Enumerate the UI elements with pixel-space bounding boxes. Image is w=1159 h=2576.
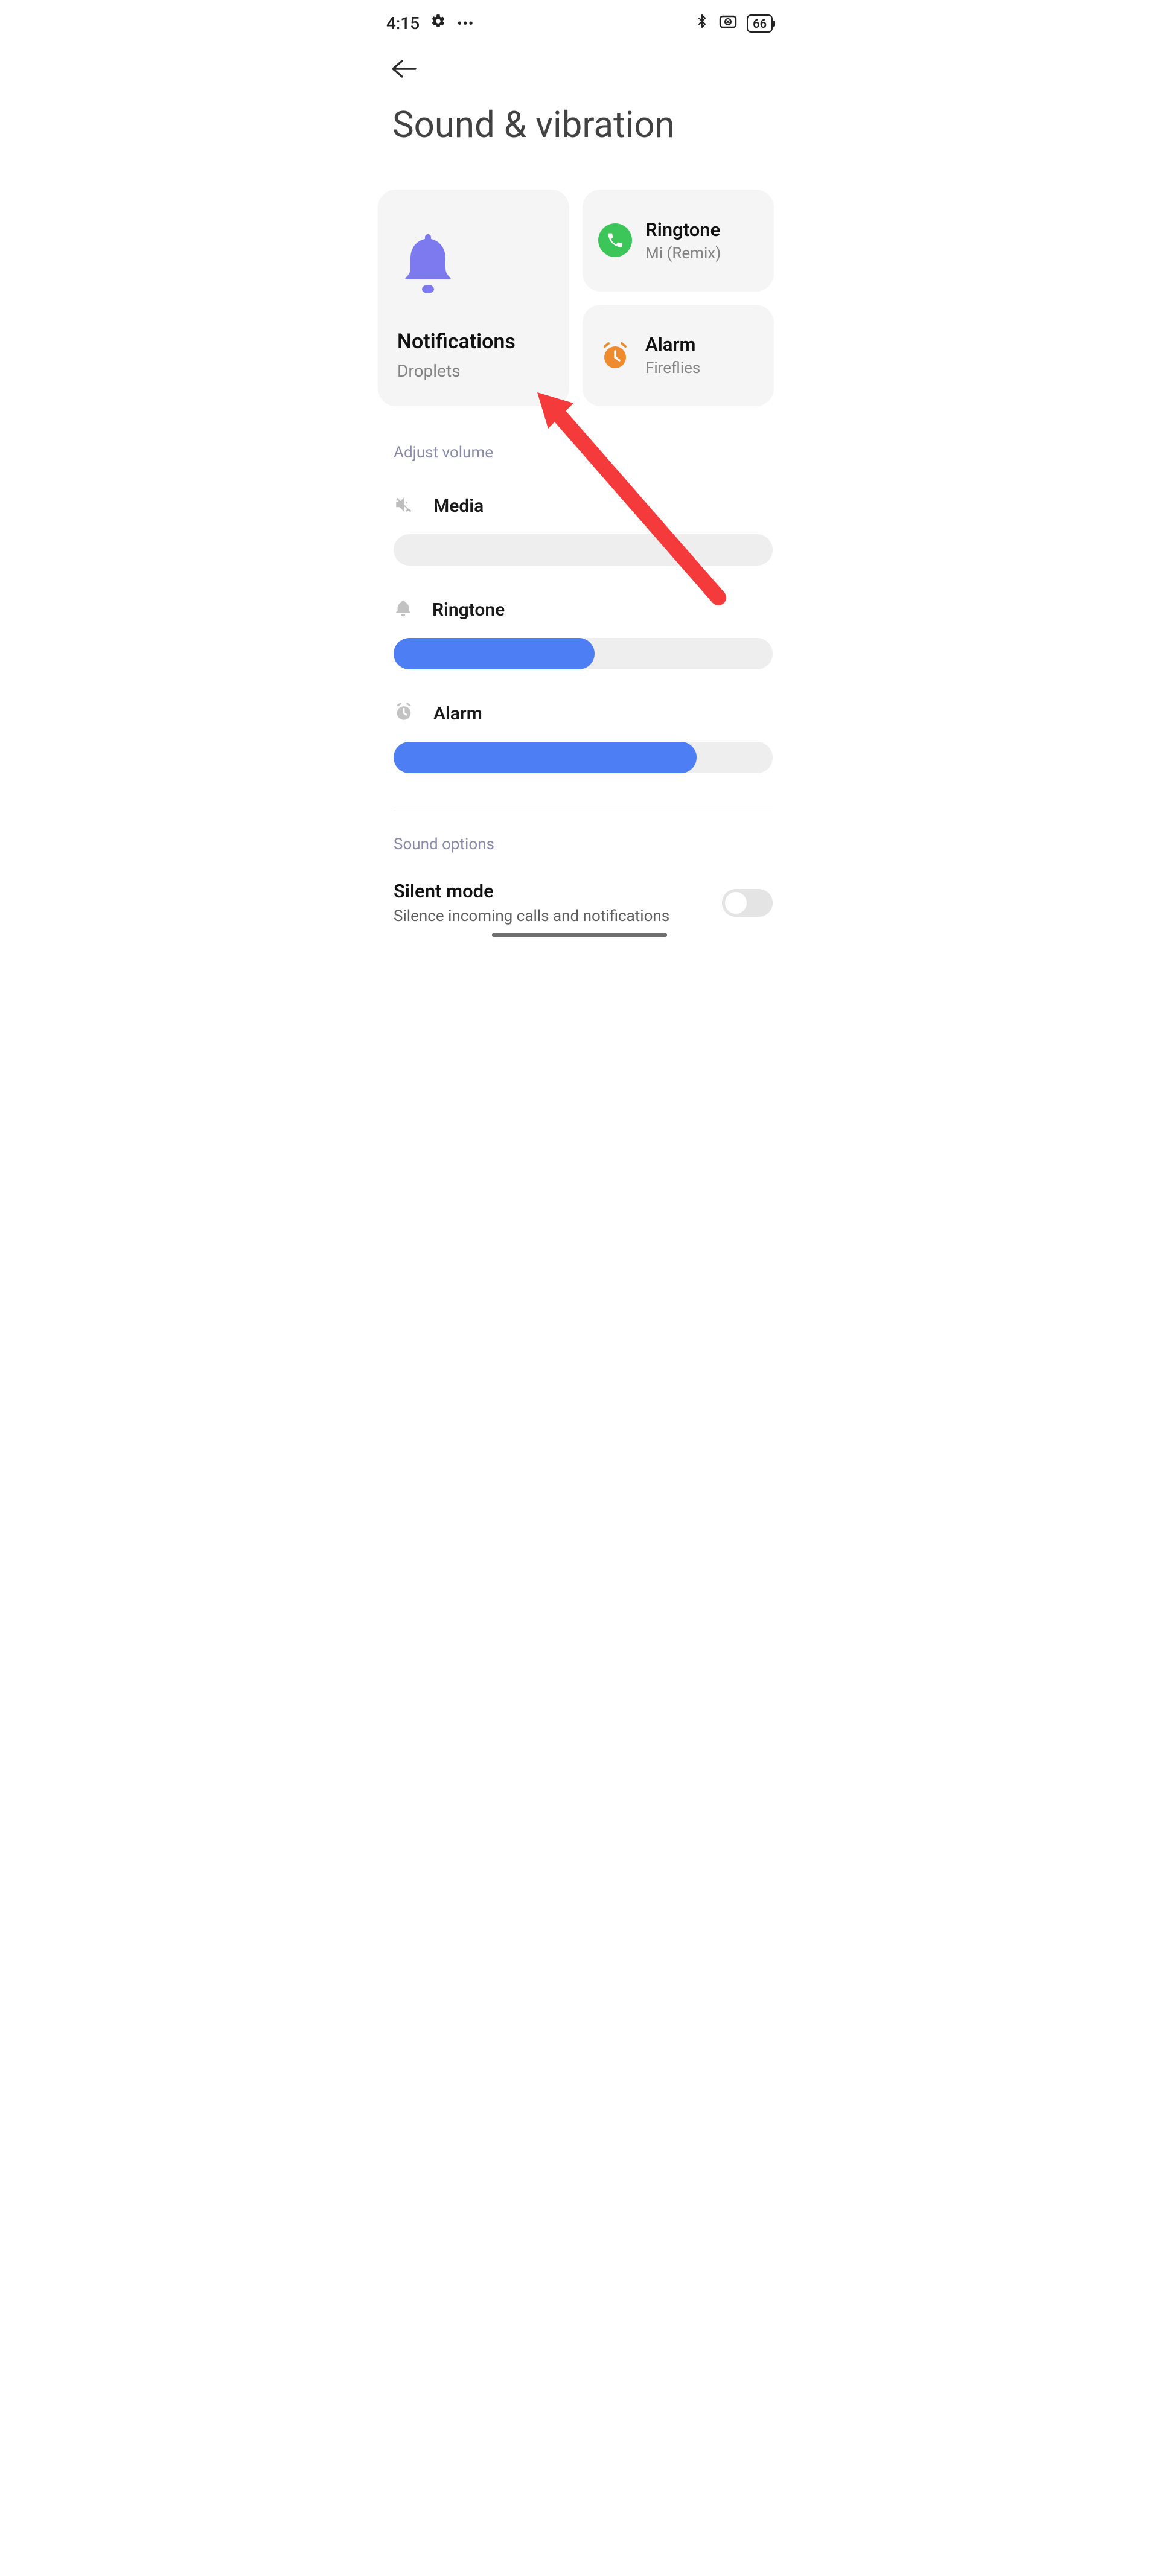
alarm-volume-fill: [394, 742, 697, 773]
alarm-title: Alarm: [645, 333, 700, 355]
more-icon: •••: [457, 16, 474, 31]
media-volume-label: Media: [433, 496, 484, 517]
ringtone-volume-row: Ringtone: [362, 566, 797, 669]
battery-level: 66: [753, 16, 767, 31]
bell-small-icon: [394, 598, 413, 621]
ringtone-sub: Mi (Remix): [645, 244, 721, 263]
notifications-card[interactable]: Notifications Droplets: [378, 190, 569, 406]
phone-screen: 4:15 ••• 66 Sound & vibration: [362, 0, 797, 942]
silent-mode-title: Silent mode: [394, 880, 669, 902]
alarm-icon: [598, 339, 632, 372]
alarm-sub: Fireflies: [645, 359, 700, 377]
silent-mode-row[interactable]: Silent mode Silence incoming calls and n…: [362, 853, 797, 925]
alarm-volume-row: Alarm: [362, 669, 797, 773]
status-right: 66: [695, 12, 773, 34]
media-volume-row: Media: [362, 462, 797, 566]
ringtone-text: Ringtone Mi (Remix): [645, 218, 721, 263]
rectangle-x-icon: [719, 13, 737, 33]
settings-gear-icon: [430, 13, 446, 33]
gesture-bar: [492, 933, 667, 937]
notifications-title: Notifications: [397, 330, 552, 354]
notifications-sub: Droplets: [397, 361, 552, 381]
back-arrow-icon: [390, 59, 418, 79]
page-title: Sound & vibration: [362, 88, 797, 146]
silent-mode-text: Silent mode Silence incoming calls and n…: [394, 880, 669, 925]
ringtone-card[interactable]: Ringtone Mi (Remix): [583, 190, 774, 292]
alarm-volume-label: Alarm: [433, 703, 482, 724]
media-volume-slider[interactable]: [394, 534, 773, 566]
battery-indicator: 66: [747, 14, 773, 33]
sound-cards: Notifications Droplets Ringtone Mi (Remi…: [362, 146, 797, 406]
status-time: 4:15: [386, 13, 420, 33]
alarm-volume-slider[interactable]: [394, 742, 773, 773]
ringtone-volume-slider[interactable]: [394, 638, 773, 669]
silent-mode-toggle[interactable]: [722, 889, 773, 917]
alarm-card[interactable]: Alarm Fireflies: [583, 305, 774, 407]
bell-icon: [400, 232, 552, 298]
alarm-text: Alarm Fireflies: [645, 333, 700, 377]
alarm-small-icon: [394, 702, 414, 725]
status-bar: 4:15 ••• 66: [362, 0, 797, 40]
ringtone-volume-fill: [394, 638, 595, 669]
section-adjust-volume: Adjust volume: [362, 406, 797, 462]
status-left: 4:15 •••: [386, 13, 474, 33]
ringtone-volume-label: Ringtone: [432, 599, 505, 620]
ringtone-title: Ringtone: [645, 218, 721, 241]
section-sound-options: Sound options: [362, 811, 797, 853]
bluetooth-icon: [695, 12, 709, 34]
silent-mode-sub: Silence incoming calls and notifications: [394, 907, 669, 925]
phone-icon: [598, 223, 632, 257]
media-mute-icon: [394, 494, 414, 517]
back-button[interactable]: [362, 40, 797, 88]
